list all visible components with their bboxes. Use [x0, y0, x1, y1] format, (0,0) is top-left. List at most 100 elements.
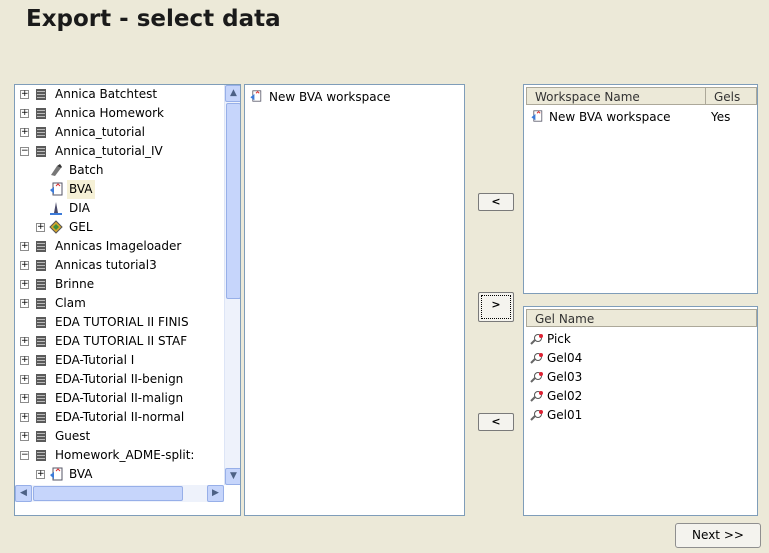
workspace-table[interactable]: Workspace Name Gels New BVA workspace Ye…: [523, 84, 758, 294]
project-tree[interactable]: + Annica Batchtest + Annica Homework + Annica…: [15, 85, 224, 485]
tree-item-label: EDA-Tutorial II-benign: [55, 372, 184, 386]
gel-table[interactable]: Gel Name Pick Gel04 Gel03 Gel02 Gel01: [523, 306, 758, 516]
tree-item[interactable]: + Clam: [15, 294, 224, 313]
tree-item[interactable]: + EDA-Tutorial II-normal: [15, 408, 224, 427]
tree-item-label: Annicas tutorial3: [55, 258, 157, 272]
tree-item[interactable]: + EDA-Tutorial II-malign: [15, 389, 224, 408]
tree-item[interactable]: Batch: [15, 161, 224, 180]
tree-item[interactable]: + Annica Homework: [15, 104, 224, 123]
tree-item[interactable]: + GEL: [15, 218, 224, 237]
expand-icon[interactable]: +: [20, 261, 29, 270]
tree-item-label: Annica_tutorial_IV: [55, 144, 163, 158]
tree-item-label: Annica_tutorial: [55, 125, 146, 139]
database-icon: [36, 393, 46, 404]
tree-item-label: Guest: [55, 429, 91, 443]
gel-name-cell: Pick: [547, 332, 571, 346]
gel-icon: [49, 220, 63, 234]
scroll-down-icon[interactable]: ▼: [225, 468, 240, 485]
tree-item-label: EDA TUTORIAL II FINIS: [55, 315, 189, 329]
list-item-label: New BVA workspace: [269, 90, 391, 104]
database-icon: [36, 355, 46, 366]
tree-item-label: Annica Batchtest: [55, 87, 158, 101]
bva-icon: [531, 110, 543, 122]
tree-item-label: EDA TUTORIAL II STAF: [55, 334, 188, 348]
expand-icon[interactable]: +: [20, 356, 29, 365]
page-title: Export - select data: [26, 6, 281, 32]
tree-item-label: Brinne: [55, 277, 95, 291]
scroll-up-icon[interactable]: ▲: [225, 85, 240, 102]
gel-pick-icon: [530, 391, 543, 402]
tree-item[interactable]: + EDA-Tutorial I: [15, 351, 224, 370]
scroll-left-icon[interactable]: ◀: [15, 485, 32, 502]
expand-icon[interactable]: +: [20, 90, 29, 99]
database-icon: [36, 298, 46, 309]
tree-item-label: Annica Homework: [55, 106, 164, 120]
tree-item[interactable]: BVA: [15, 180, 224, 199]
gels-cell: Yes: [711, 110, 731, 124]
expand-icon[interactable]: +: [20, 394, 29, 403]
bva-icon: [250, 90, 262, 102]
expand-icon[interactable]: +: [20, 337, 29, 346]
expand-icon[interactable]: +: [20, 109, 29, 118]
column-header-gels[interactable]: Gels: [705, 87, 757, 105]
expand-icon[interactable]: +: [36, 470, 45, 479]
next-button[interactable]: Next >>: [675, 523, 761, 548]
tree-item[interactable]: − Homework_ADME-split:: [15, 446, 224, 465]
scroll-thumb[interactable]: [226, 103, 240, 299]
tree-vertical-scrollbar[interactable]: ▲ ▼: [224, 85, 240, 485]
workspace-source-list[interactable]: New BVA workspace: [244, 84, 465, 516]
database-icon: [36, 241, 46, 252]
tree-item[interactable]: + BVA: [15, 465, 224, 484]
expand-icon[interactable]: +: [20, 375, 29, 384]
gel-pick-icon: [530, 372, 543, 383]
expand-icon[interactable]: +: [20, 280, 29, 289]
expand-icon[interactable]: +: [20, 413, 29, 422]
tree-item-label: EDA-Tutorial II-malign: [55, 391, 184, 405]
gel-name-cell: Gel03: [547, 370, 583, 384]
tree-item-label: Homework_ADME-split:: [55, 448, 195, 462]
dia-icon: [50, 202, 62, 215]
column-header-gel-name[interactable]: Gel Name: [526, 309, 757, 327]
tree-horizontal-scrollbar[interactable]: ◀ ▶: [15, 485, 224, 502]
remove-gel-button[interactable]: <: [478, 413, 514, 431]
expand-icon[interactable]: +: [20, 432, 29, 441]
tree-item[interactable]: + Brinne: [15, 275, 224, 294]
expand-icon[interactable]: +: [20, 242, 29, 251]
project-tree-panel: + Annica Batchtest + Annica Homework + Annica…: [14, 84, 241, 516]
tree-item[interactable]: + Annica_tutorial: [15, 123, 224, 142]
column-header-workspace-name[interactable]: Workspace Name: [526, 87, 706, 105]
scroll-right-icon[interactable]: ▶: [207, 485, 224, 502]
tree-item-label: BVA: [67, 180, 95, 199]
expand-icon[interactable]: +: [20, 299, 29, 308]
collapse-icon[interactable]: −: [20, 147, 29, 156]
gel-pick-icon: [530, 353, 543, 364]
tree-item[interactable]: + EDA TUTORIAL II STAF: [15, 332, 224, 351]
database-icon: [36, 127, 46, 138]
tree-item[interactable]: EDA TUTORIAL II FINIS: [15, 313, 224, 332]
tree-item[interactable]: + Annica Batchtest: [15, 85, 224, 104]
workspace-name-cell: New BVA workspace: [549, 110, 671, 124]
tree-item[interactable]: + EDA-Tutorial II-benign: [15, 370, 224, 389]
tree-item-label: GEL: [69, 220, 93, 234]
database-icon: [36, 431, 46, 442]
tree-item[interactable]: DIA: [15, 199, 224, 218]
collapse-icon[interactable]: −: [20, 451, 29, 460]
hscroll-thumb[interactable]: [33, 486, 183, 501]
table-row[interactable]: New BVA workspace Yes: [530, 108, 756, 126]
database-icon: [36, 412, 46, 423]
gel-name-cell: Gel04: [547, 351, 583, 365]
database-icon: [36, 108, 46, 119]
tree-item[interactable]: − Annica_tutorial_IV: [15, 142, 224, 161]
tree-item[interactable]: + Annicas Imageloader: [15, 237, 224, 256]
database-icon: [36, 450, 46, 461]
expand-icon[interactable]: +: [20, 128, 29, 137]
remove-workspace-button[interactable]: <: [478, 193, 514, 211]
gel-pick-icon: [530, 410, 543, 421]
expand-icon[interactable]: +: [36, 223, 45, 232]
tree-item[interactable]: + Guest: [15, 427, 224, 446]
add-button[interactable]: >: [478, 292, 514, 322]
tree-item-label: EDA-Tutorial I: [55, 353, 135, 367]
tree-item-label: Clam: [55, 296, 86, 310]
tree-item-label: EDA-Tutorial II-normal: [55, 410, 185, 424]
tree-item[interactable]: + Annicas tutorial3: [15, 256, 224, 275]
